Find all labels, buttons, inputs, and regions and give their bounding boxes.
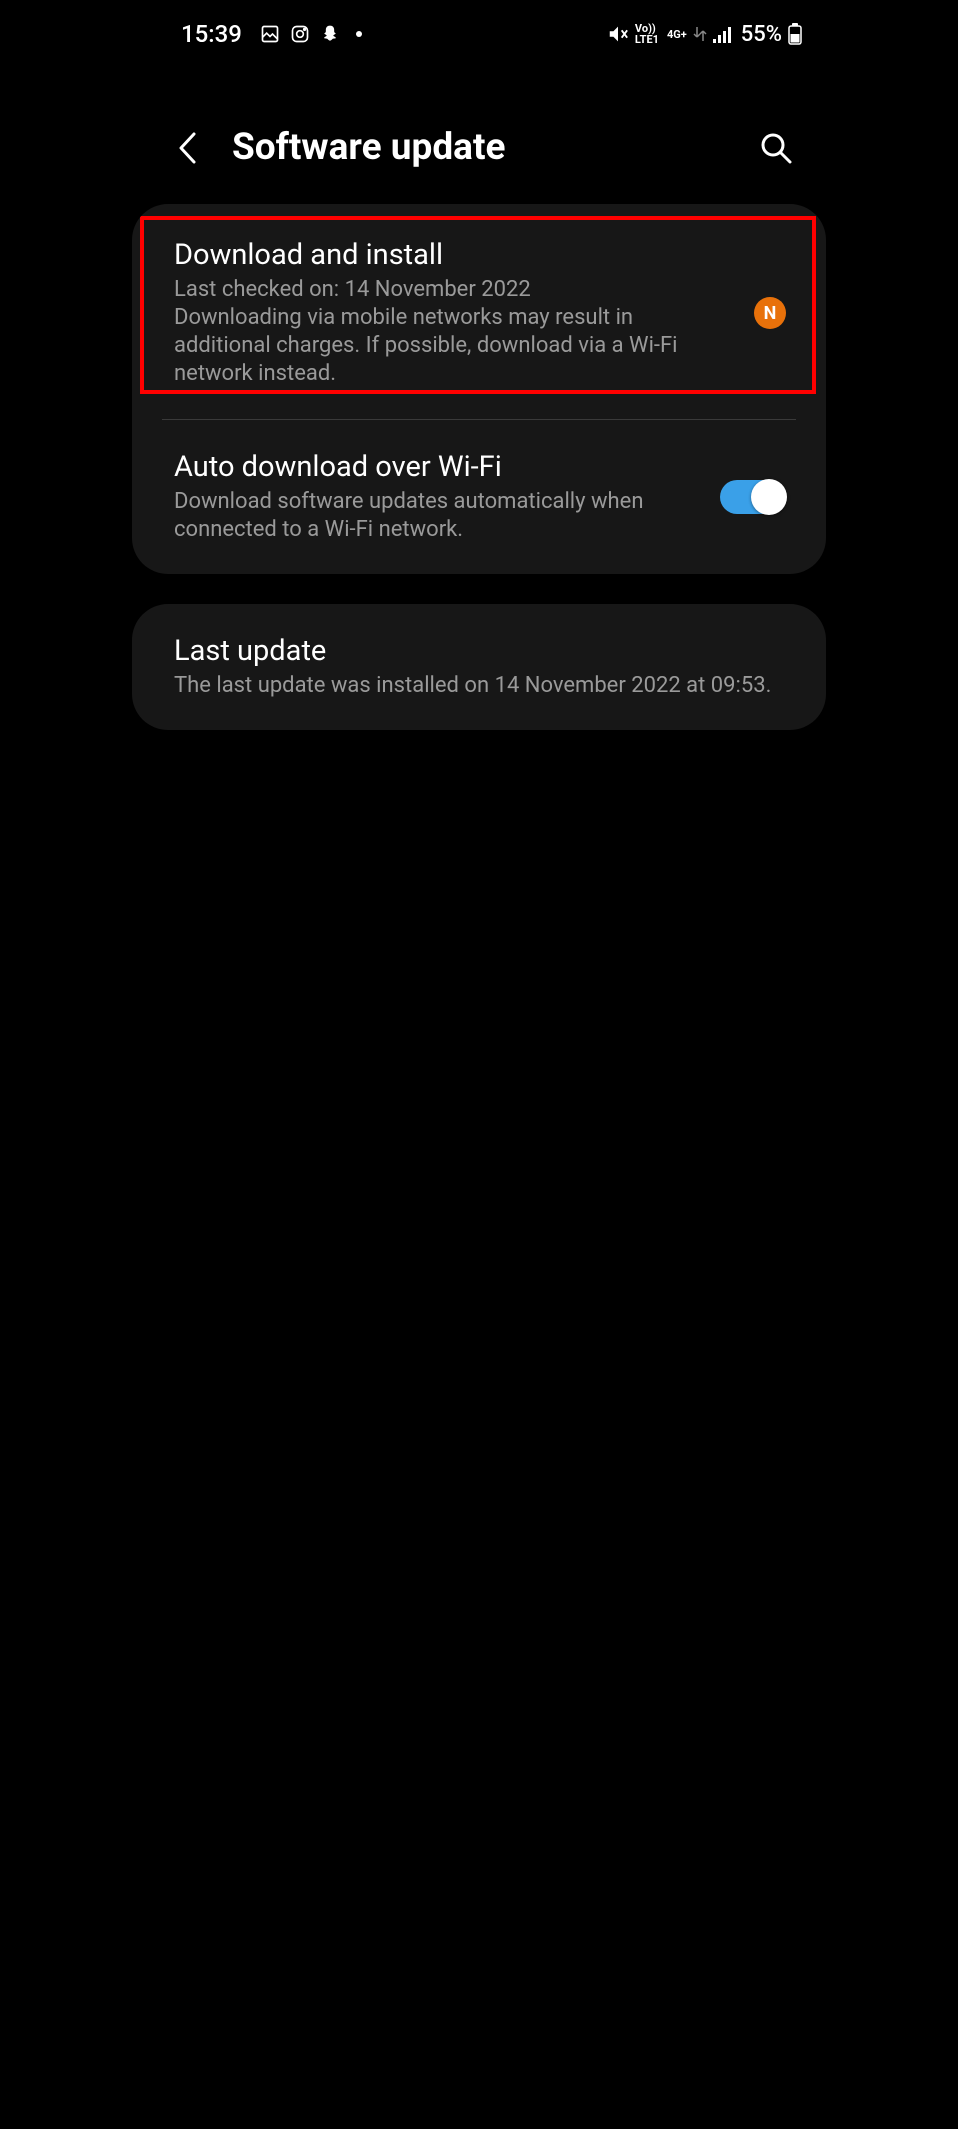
network-type-icon: 4G+ <box>667 29 687 40</box>
status-bar: 15:39 Vo)) LTE1 4G+ 55% <box>126 0 832 56</box>
chevron-left-icon <box>176 131 198 165</box>
settings-card-last-update: Last update The last update was installe… <box>132 604 826 730</box>
data-arrows-icon <box>693 25 707 43</box>
search-button[interactable] <box>756 128 796 168</box>
auto-download-wifi-row[interactable]: Auto download over Wi-Fi Download softwa… <box>132 420 826 574</box>
last-update-title: Last update <box>174 634 786 668</box>
auto-download-toggle[interactable] <box>720 480 786 514</box>
mute-icon <box>607 23 629 45</box>
status-time: 15:39 <box>181 20 242 48</box>
battery-icon <box>788 23 802 45</box>
signal-icon <box>713 25 735 43</box>
settings-card-updates: Download and install Last checked on: 14… <box>132 204 826 574</box>
auto-download-title: Auto download over Wi-Fi <box>174 450 700 484</box>
download-and-install-row[interactable]: Download and install Last checked on: 14… <box>132 204 826 419</box>
download-install-desc: Last checked on: 14 November 2022 Downlo… <box>174 276 734 389</box>
snapchat-icon <box>320 24 340 44</box>
back-button[interactable] <box>172 133 202 163</box>
download-install-title: Download and install <box>174 238 734 272</box>
toggle-knob <box>751 479 787 515</box>
gallery-icon <box>260 24 280 44</box>
last-update-row[interactable]: Last update The last update was installe… <box>132 604 826 730</box>
search-icon <box>759 131 793 165</box>
volte-icon: Vo)) LTE1 <box>635 23 659 45</box>
more-notifications-dot <box>356 31 362 37</box>
auto-download-desc: Download software updates automatically … <box>174 488 700 544</box>
last-update-desc: The last update was installed on 14 Nove… <box>174 672 786 700</box>
notification-badge: N <box>754 297 786 329</box>
instagram-icon <box>290 24 310 44</box>
battery-percent: 55% <box>741 22 782 47</box>
page-title: Software update <box>232 126 726 169</box>
